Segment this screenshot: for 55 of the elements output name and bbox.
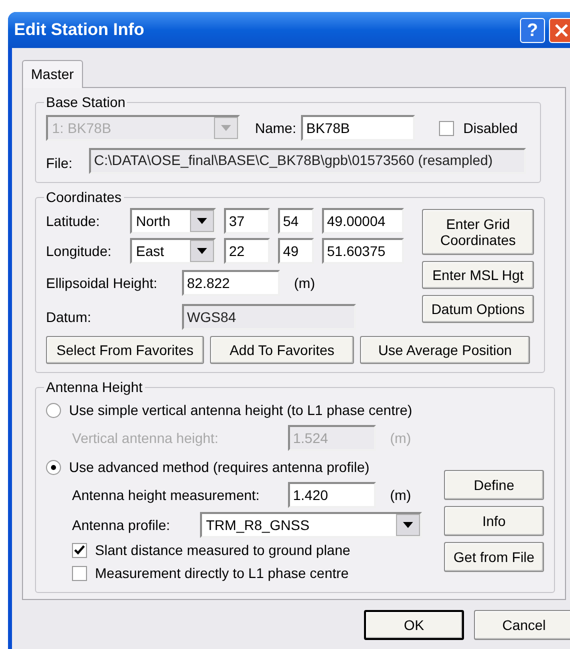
dialog-button[interactable]: Define: [444, 470, 544, 500]
field-label: Ellipsoidal Height:: [46, 274, 158, 293]
text-field[interactable]: 37: [224, 208, 270, 234]
unit-label: (m): [390, 486, 411, 505]
radio-button[interactable]: [46, 403, 61, 418]
radio-label: Use simple vertical antenna height (to L1 phase centre): [69, 401, 412, 420]
help-button[interactable]: ?: [520, 18, 545, 42]
dialog-button[interactable]: Info: [444, 506, 544, 536]
unit-label: (m): [294, 274, 315, 293]
field-label: Datum:: [46, 308, 92, 326]
dropdown[interactable]: TRM_R8_GNSS: [200, 512, 422, 538]
dialog-button[interactable]: Add To Favorites: [210, 336, 354, 364]
group-title: Base Station: [45, 93, 126, 112]
unit-label: (m): [390, 428, 411, 448]
dialog-button[interactable]: Cancel: [474, 610, 570, 640]
checkbox-label: Slant distance measured to ground plane: [95, 541, 350, 560]
checkbox[interactable]: [72, 566, 87, 581]
checkbox-label: Measurement directly to L1 phase centre: [95, 564, 349, 583]
close-button[interactable]: [549, 18, 570, 42]
text-field[interactable]: 49.00004: [322, 208, 404, 234]
dialog-button[interactable]: Enter Grid Coordinates: [422, 209, 534, 255]
group-title: Coordinates: [45, 188, 122, 207]
field-label: Vertical antenna height:: [72, 428, 220, 448]
field-label: File:: [46, 154, 74, 173]
datum-field[interactable]: WGS84: [182, 304, 356, 330]
checkbox-label: Disabled: [463, 118, 518, 138]
window-title: Edit Station Info: [14, 19, 146, 42]
tab[interactable]: Master: [22, 60, 83, 88]
text-field[interactable]: BK78B: [301, 115, 416, 141]
text-field[interactable]: 49: [278, 238, 314, 264]
field-label: Antenna profile:: [72, 516, 172, 535]
dropdown[interactable]: North: [130, 208, 216, 234]
radio-button[interactable]: [46, 460, 61, 475]
text-field[interactable]: 51.60375: [322, 238, 404, 264]
field-label: Latitude:: [46, 212, 101, 230]
dialog-button[interactable]: Use Average Position: [360, 336, 530, 364]
checkbox[interactable]: [439, 120, 454, 136]
close-icon: [555, 24, 568, 36]
text-field[interactable]: 1.420: [288, 482, 376, 508]
radio-label: Use advanced method (requires antenna profile): [69, 458, 370, 477]
text-field[interactable]: 82.822: [182, 270, 280, 296]
file-path-field[interactable]: C:\DATA\OSE_final\BASE\C_BK78B\gpb\01573560 (resampled): [89, 148, 526, 174]
dialog-button[interactable]: Enter MSL Hgt: [422, 261, 534, 289]
field-label: Longitude:: [46, 242, 112, 261]
dropdown[interactable]: East: [130, 238, 216, 264]
dialog-button[interactable]: OK: [364, 610, 464, 640]
field-label: Antenna height measurement:: [72, 486, 261, 505]
checkbox[interactable]: [72, 543, 87, 558]
text-field[interactable]: 22: [224, 238, 270, 264]
group-title: Antenna Height: [45, 378, 144, 397]
dialog-button[interactable]: Datum Options: [422, 295, 534, 323]
text-field[interactable]: 54: [278, 208, 314, 234]
dialog-button[interactable]: Select From Favorites: [46, 336, 204, 364]
dialog-button[interactable]: Get from File: [444, 542, 544, 572]
field-label: Name:: [255, 118, 296, 138]
